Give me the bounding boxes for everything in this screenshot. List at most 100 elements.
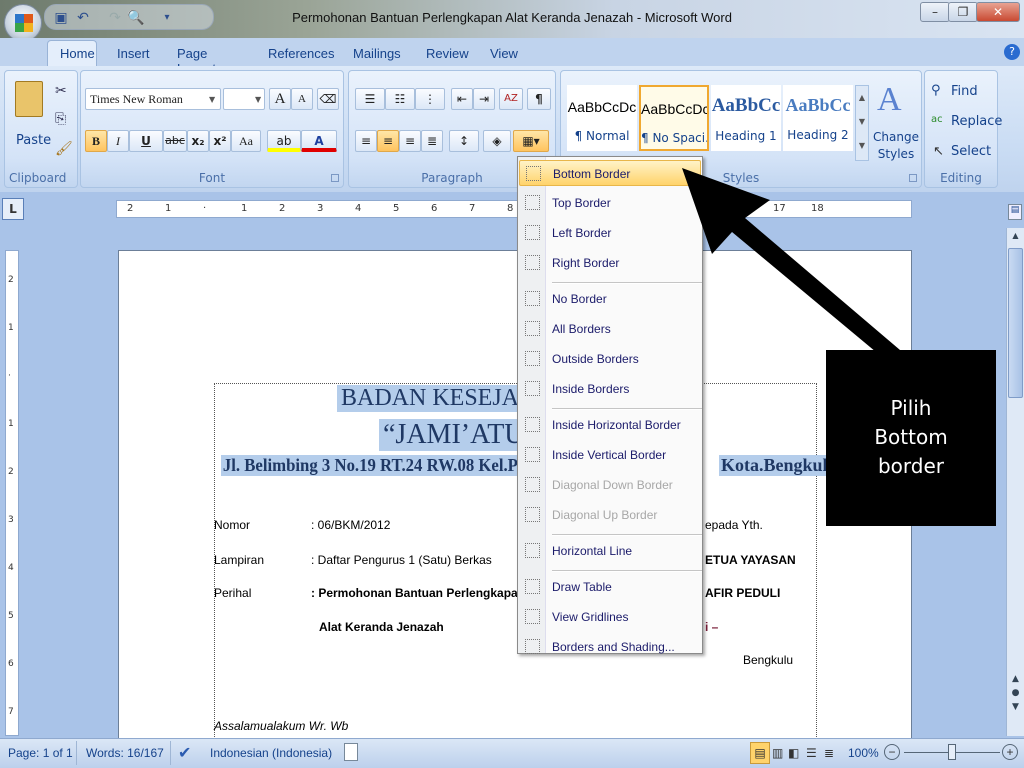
line-spacing-icon[interactable]: ↕ xyxy=(449,130,479,152)
align-right-icon[interactable]: ≡ xyxy=(399,130,421,152)
browse-object-icon[interactable]: ▲ ● ▼ xyxy=(1008,672,1023,714)
print-layout-icon[interactable]: ▤ xyxy=(750,742,770,764)
cut-icon[interactable]: ✂ xyxy=(55,83,67,99)
font-name-dropdown-icon[interactable]: ▼ xyxy=(209,95,215,104)
right-border-icon xyxy=(525,255,540,270)
paste-button[interactable]: Paste xyxy=(16,133,51,148)
style-normal[interactable]: AaBbCcDc ¶ Normal xyxy=(567,85,637,151)
align-left-icon[interactable]: ≡ xyxy=(355,130,377,152)
align-center-icon[interactable]: ≡ xyxy=(377,130,399,152)
office-button[interactable] xyxy=(4,4,42,42)
clear-formatting-icon[interactable]: ⌫ xyxy=(317,88,339,110)
justify-icon[interactable]: ≣ xyxy=(421,130,443,152)
redo-icon[interactable]: ↷ xyxy=(107,10,123,26)
scroll-thumb[interactable] xyxy=(1008,248,1023,398)
print-preview-icon[interactable]: 🔍 xyxy=(127,10,144,26)
tab-review[interactable]: Review xyxy=(426,46,469,61)
close-button[interactable]: ✕ xyxy=(976,2,1020,22)
shrink-font-button[interactable]: A xyxy=(291,88,313,110)
shading-icon[interactable]: ◈ xyxy=(483,130,511,152)
zoom-slider-thumb[interactable] xyxy=(948,744,956,760)
numbering-icon[interactable]: ☷ xyxy=(385,88,415,110)
menu-item-inside-borders[interactable]: Inside Borders xyxy=(519,376,701,402)
zoom-level[interactable]: 100% xyxy=(848,746,879,760)
save-icon[interactable]: ▣ xyxy=(53,10,69,26)
zoom-out-icon[interactable]: − xyxy=(884,744,900,760)
menu-item-horizontal-line[interactable]: Horizontal Line xyxy=(519,538,701,564)
font-size-dropdown-icon[interactable]: ▼ xyxy=(255,95,261,104)
customize-qat-icon[interactable]: ▾ xyxy=(159,10,175,26)
tab-references[interactable]: References xyxy=(268,46,334,61)
undo-icon[interactable]: ↶ xyxy=(75,10,91,26)
grow-font-button[interactable]: A xyxy=(269,88,291,110)
copy-icon[interactable]: ⎘ xyxy=(55,111,66,127)
bullets-icon[interactable]: ☰ xyxy=(355,88,385,110)
style-heading-2[interactable]: AaBbCc Heading 2 xyxy=(783,85,853,151)
ruler-tick-label: 2 xyxy=(127,203,134,214)
paste-icon[interactable] xyxy=(15,81,43,117)
draft-icon[interactable]: ≣ xyxy=(824,746,834,760)
vertical-ruler[interactable]: 2 1 · 1 2 3 4 5 6 7 xyxy=(5,250,19,736)
sort-icon[interactable]: AZ xyxy=(499,88,523,110)
zoom-in-icon[interactable]: + xyxy=(1002,744,1018,760)
view-gridlines-icon xyxy=(525,609,540,624)
highlight-color-button[interactable]: ab xyxy=(267,130,301,152)
menu-item-draw-table[interactable]: Draw Table xyxy=(519,574,701,600)
full-screen-reading-icon[interactable]: ▥ xyxy=(772,746,783,760)
callout-line: border xyxy=(877,454,945,478)
italic-button[interactable]: I xyxy=(107,130,129,152)
font-name-select[interactable]: Times New Roman xyxy=(85,88,221,110)
menu-item-inside-vertical-border[interactable]: Inside Vertical Border xyxy=(519,442,701,468)
menu-item-borders-and-shading[interactable]: Borders and Shading... xyxy=(519,634,701,660)
page-count[interactable]: Page: 1 of 1 xyxy=(8,746,73,760)
scroll-up-icon[interactable]: ▲ xyxy=(1008,228,1023,244)
tab-selector-button[interactable]: L xyxy=(2,198,24,220)
vruler-tick-label: · xyxy=(8,371,11,381)
increase-indent-icon[interactable]: ⇥ xyxy=(473,88,495,110)
style-no-spacing[interactable]: AaBbCcDc ¶ No Spaci... xyxy=(639,85,709,151)
doc-address-right: Kota.Bengkulu xyxy=(719,455,840,476)
menu-separator xyxy=(552,570,702,572)
web-layout-icon[interactable]: ◧ xyxy=(788,746,799,760)
style-heading-1[interactable]: AaBbCc Heading 1 xyxy=(711,85,781,151)
restore-button[interactable]: ❐ xyxy=(948,2,978,22)
tab-home[interactable]: Home xyxy=(60,46,95,61)
find-button[interactable]: Find xyxy=(951,84,978,99)
multilevel-list-icon[interactable]: ⋮ xyxy=(415,88,445,110)
word-count[interactable]: Words: 16/167 xyxy=(86,746,164,760)
tab-insert[interactable]: Insert xyxy=(117,46,150,61)
menu-item-label: Left Border xyxy=(552,226,612,240)
proofing-check-icon[interactable]: ✔ xyxy=(178,743,191,763)
font-label: Font xyxy=(198,171,226,185)
show-formatting-icon[interactable]: ¶ xyxy=(527,88,551,110)
borders-button[interactable]: ▦▾ xyxy=(513,130,549,152)
menu-item-inside-horizontal-border[interactable]: Inside Horizontal Border xyxy=(519,412,701,438)
outline-icon[interactable]: ☰ xyxy=(806,746,817,760)
help-icon[interactable]: ? xyxy=(1004,44,1020,60)
style-preview: AaBbCcDc xyxy=(641,101,707,117)
replace-button[interactable]: Replace xyxy=(951,114,1002,129)
change-case-button[interactable]: Aa xyxy=(231,130,261,152)
underline-button[interactable]: U xyxy=(129,130,163,152)
strikethrough-button[interactable]: abc xyxy=(163,130,187,152)
callout-line: Pilih xyxy=(890,396,932,420)
tab-view[interactable]: View xyxy=(490,46,518,61)
vertical-scrollbar[interactable]: ▲ ▲ ● ▼ xyxy=(1006,228,1024,736)
font-color-button[interactable]: A xyxy=(301,130,337,152)
decrease-indent-icon[interactable]: ⇤ xyxy=(451,88,473,110)
tab-mailings[interactable]: Mailings xyxy=(353,46,401,61)
menu-item-diagonal-down-border: Diagonal Down Border xyxy=(519,472,701,498)
doc-value-lampiran: : Daftar Pengurus 1 (Satu) Berkas xyxy=(311,553,492,567)
replace-icon: ac xyxy=(931,114,943,125)
macro-record-icon[interactable] xyxy=(344,743,358,761)
font-dialog-launcher-icon[interactable] xyxy=(331,174,339,182)
minimize-button[interactable]: – xyxy=(920,2,950,22)
language-indicator[interactable]: Indonesian (Indonesia) xyxy=(210,746,332,760)
superscript-button[interactable]: x² xyxy=(209,130,231,152)
menu-item-view-gridlines[interactable]: View Gridlines xyxy=(519,604,701,630)
format-painter-icon[interactable]: 🖌 xyxy=(55,141,73,157)
subscript-button[interactable]: x₂ xyxy=(187,130,209,152)
select-button[interactable]: Select xyxy=(951,144,991,159)
view-ruler-icon[interactable]: ▤ xyxy=(1008,204,1022,220)
bold-button[interactable]: B xyxy=(85,130,107,152)
